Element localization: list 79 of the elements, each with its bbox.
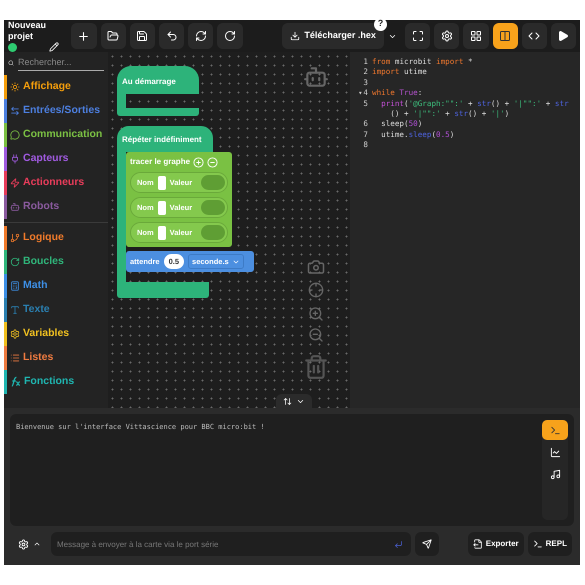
columns-icon [499,30,512,42]
project-title: Nouveau projet [8,20,48,42]
fullscreen-button[interactable] [404,23,430,49]
code-icon [528,30,540,42]
edit-icon[interactable] [49,42,60,52]
sun-icon [10,82,20,92]
category-item[interactable]: Affichage [7,74,108,98]
split-view-button[interactable] [492,23,518,49]
screenshot-icon[interactable] [307,258,325,276]
save-button[interactable] [130,23,155,49]
terminal-tab[interactable] [542,420,568,440]
gear-icon [10,328,20,338]
resize-handle[interactable] [276,394,312,408]
robot-icon [10,202,20,212]
name-field[interactable] [158,226,166,240]
category-item[interactable]: Robots [7,194,108,218]
grid-icon [470,30,482,42]
repl-button[interactable]: REPL [528,532,572,556]
search-field[interactable]: Rechercher... [18,56,104,70]
category-item[interactable]: Communication [7,122,108,146]
terminal-icon [532,539,543,549]
list-icon [10,352,20,362]
zoom-out-icon[interactable] [308,327,324,343]
help-badge[interactable]: ? [374,18,387,30]
loop-icon [10,256,20,266]
download-icon [290,31,300,41]
category-item[interactable]: Capteurs [7,146,108,170]
caret-icon[interactable] [33,540,41,548]
arrows-icon [10,106,20,116]
undo-button[interactable] [158,23,184,49]
music-icon [550,468,560,480]
folder-icon [107,30,120,42]
category-item[interactable]: Texte [7,298,108,322]
settings-button[interactable] [434,23,460,49]
refresh-icon [194,30,207,42]
function-icon [10,376,21,387]
category-item[interactable]: Math [7,274,108,298]
refresh-button[interactable] [188,23,214,49]
new-button[interactable] [71,23,97,49]
export-button[interactable]: Exporter [468,532,524,556]
plug-icon [10,154,20,164]
center-icon[interactable] [308,282,324,298]
blocks-view-button[interactable] [463,23,489,49]
category-item[interactable]: Fonctions [7,370,108,394]
settings-icon [440,30,453,42]
lightning-icon [10,178,20,188]
category-item[interactable]: Logique [7,226,108,250]
redo-button[interactable] [217,23,243,49]
zoom-in-icon[interactable] [308,306,324,322]
category-item[interactable]: Actionneurs [7,170,108,194]
name-field[interactable] [158,176,166,190]
chat-icon [10,130,20,140]
redo-icon [224,30,236,42]
run-button[interactable] [550,23,576,49]
enter-icon [394,540,403,548]
export-icon [472,539,483,549]
category-item[interactable]: Variables [7,322,108,346]
open-button[interactable] [100,23,126,49]
category-item[interactable]: Boucles [7,250,108,274]
chart-icon [550,446,560,458]
fullscreen-icon [412,30,424,42]
category-item[interactable]: Listes [7,346,108,370]
branch-icon [10,232,20,242]
trash-icon[interactable] [303,354,329,380]
undo-icon [166,30,178,42]
text-icon [10,304,20,314]
save-icon [136,30,148,42]
code-view-button[interactable] [522,23,547,49]
block-label: tracer le graphe [130,156,190,168]
play-icon [557,30,570,42]
plus-icon [77,30,90,42]
serial-input[interactable]: Message à envoyer à la carte via le port série [51,532,411,556]
terminal-icon [550,424,560,436]
name-field[interactable] [158,200,166,214]
category-item[interactable]: Entrées/Sorties [7,98,108,122]
settings-icon[interactable] [18,538,29,550]
send-icon [422,539,432,549]
calculator-icon [10,280,20,290]
send-button[interactable] [415,532,439,556]
